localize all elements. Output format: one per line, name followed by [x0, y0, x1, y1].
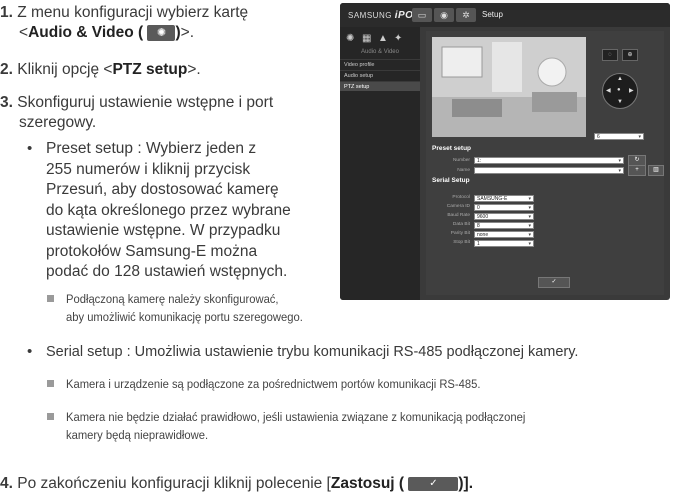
gear-icon[interactable]: ✲ — [456, 8, 476, 22]
delete-button[interactable]: ▥ — [648, 165, 664, 176]
sidebar-category: Audio & Video — [361, 49, 399, 55]
sidebar-item-video-profile[interactable]: Video profile — [340, 59, 420, 69]
step-3: 3. Skonfiguruj ustawienie wstępne i port — [0, 94, 274, 111]
baud-rate-select[interactable]: 9600 — [474, 213, 534, 221]
apply-label: Zastosuj ( — [330, 475, 405, 492]
bullet-dot: • — [27, 140, 33, 157]
apply-button[interactable]: ✓ — [538, 277, 570, 288]
protocol-select[interactable]: SAMSUNG-E — [474, 195, 534, 203]
stop-bit-select[interactable]: 1 — [474, 240, 534, 248]
sidebar-tab-icons: ✺ ▦ ▲ ✦ — [346, 33, 410, 44]
left-arrow-icon: ◀ — [606, 88, 611, 94]
sidebar: ✺ ▦ ▲ ✦ Audio & Video Video profile Audio s… — [340, 27, 420, 300]
sidebar-item-audio-setup[interactable]: Audio setup — [340, 70, 420, 80]
add-button[interactable]: + — [628, 165, 646, 176]
note-square-icon — [47, 380, 54, 387]
number-label: Number — [452, 158, 470, 163]
data-bit-select[interactable]: 8 — [474, 222, 534, 230]
down-arrow-icon: ▼ — [617, 99, 623, 105]
top-bar: SAMSUNG iPOLiS ▭ ◉ ✲ Setup — [340, 3, 670, 27]
data-bit-label: Data Bit — [452, 222, 470, 227]
name-label: Name — [457, 168, 470, 173]
system-icon[interactable]: ✦ — [394, 33, 410, 44]
zoom-out-icon[interactable]: ◌ — [602, 49, 618, 61]
playback-icon[interactable]: ◉ — [434, 8, 454, 22]
parity-bit-label: Parity Bit — [450, 231, 470, 236]
center-dot: ● — [617, 87, 621, 93]
preset-setup-title: Preset setup — [432, 145, 472, 152]
note-square-icon — [47, 295, 54, 302]
step-1-text: Z menu konfiguracji wybierz kartę — [17, 4, 249, 21]
angle-open: < — [19, 24, 29, 41]
camera-id-label: Camera ID — [446, 204, 470, 209]
ptz-setup-label: PTZ setup — [112, 61, 188, 78]
step-2: 2. Kliknij opcję <PTZ setup>. — [0, 61, 201, 78]
event-icon[interactable]: ▲ — [378, 33, 394, 44]
camera-preview — [432, 37, 586, 137]
serial-setup-title: Serial Setup — [432, 177, 470, 184]
step-3-line2: szeregowy. — [19, 114, 97, 131]
step-1: 1. Z menu konfiguracji wybierz kartę — [0, 3, 330, 24]
monitor-icon[interactable]: ▭ — [412, 8, 432, 22]
ptz-joystick[interactable]: ▲ ▼ ◀ ▶ ● — [602, 73, 638, 109]
audio-video-icon[interactable]: ✺ — [346, 33, 362, 44]
name-input[interactable] — [474, 167, 624, 175]
note-square-icon — [47, 413, 54, 420]
step-1-line2: <Audio & Video ( ✺)>. — [19, 24, 195, 41]
parity-bit-select[interactable]: none — [474, 231, 534, 239]
audio-video-label: Audio & Video ( — [28, 24, 144, 41]
right-arrow-icon: ▶ — [629, 88, 634, 94]
setup-screenshot: SAMSUNG iPOLiS ▭ ◉ ✲ Setup ✺▦▲✦ Audio & … — [340, 3, 670, 300]
baud-rate-label: Baud Rate — [447, 213, 470, 218]
protocol-label: Protocol — [452, 195, 470, 200]
up-arrow-icon: ▲ — [617, 76, 623, 82]
sidebar-item-ptz-setup[interactable]: PTZ setup — [340, 81, 420, 91]
bullet-serial-setup: • Serial setup : Umożliwia ustawienie tr… — [27, 342, 673, 363]
audio-video-tab-icon: ✺ — [147, 24, 176, 41]
number-select[interactable]: 1: — [474, 157, 624, 165]
setup-title: Setup — [482, 10, 503, 19]
note-rs485: Kamera i urządzenie są podłączone za poś… — [47, 375, 667, 393]
ptz-speed-select[interactable]: 6 — [594, 133, 644, 141]
step-number: 1. — [0, 4, 13, 21]
zoom-in-icon[interactable]: ⊕ — [622, 49, 638, 61]
apply-button-icon: ✓ — [408, 476, 459, 491]
note-wrong-settings: Kamera nie będzie działać prawidłowo, je… — [47, 408, 673, 444]
camera-id-select[interactable]: 0 — [474, 204, 534, 212]
main-panel: ◌ ⊕ ▲ ▼ ◀ ▶ ● 6 Preset setup Number 1: ↻… — [426, 31, 664, 295]
stop-bit-label: Stop Bit — [453, 240, 470, 245]
bullet-preset-setup: • Preset setup : Wybierz jeden z 255 num… — [27, 140, 291, 280]
network-icon[interactable]: ▦ — [362, 33, 378, 44]
note-serial-port: Podłączoną kamerę należy skonfigurować, … — [47, 290, 387, 326]
bullet-dot: • — [27, 343, 33, 360]
step-4: 4. Po zakończeniu konfiguracji kliknij p… — [0, 475, 474, 492]
